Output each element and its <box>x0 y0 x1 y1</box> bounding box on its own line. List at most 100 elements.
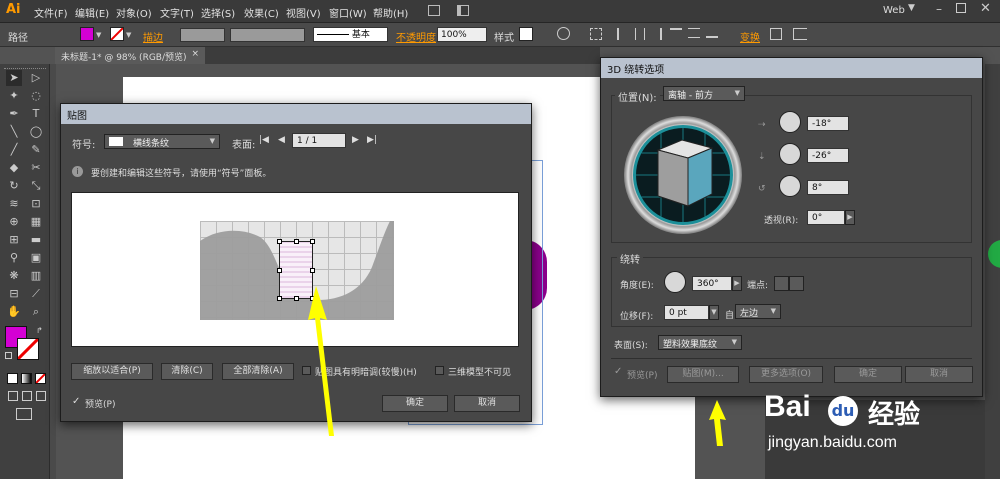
resize-handle[interactable] <box>277 268 282 273</box>
stroke-weight-field[interactable] <box>180 28 225 42</box>
resize-handle[interactable] <box>277 239 282 244</box>
first-surface-icon[interactable]: |◀ <box>259 135 269 145</box>
workspace-switcher[interactable]: Web <box>883 5 905 16</box>
align-top-icon[interactable] <box>670 28 682 38</box>
arrange-documents-icon[interactable] <box>457 5 469 16</box>
menu-object[interactable]: 对象(O) <box>116 5 152 20</box>
line-tool-icon[interactable]: ╲ <box>6 124 22 140</box>
position-dropdown[interactable]: 离轴 - 前方 ▼ <box>663 86 745 101</box>
align-right-icon[interactable] <box>652 28 662 40</box>
rotate-tool-icon[interactable]: ↻ <box>6 178 22 194</box>
next-surface-icon[interactable]: ▶ <box>352 135 359 145</box>
perspective-field[interactable]: 0° <box>807 210 845 225</box>
checkmark-icon[interactable]: ✓ <box>72 396 80 407</box>
graphic-style-swatch[interactable] <box>519 27 533 41</box>
recolor-artwork-icon[interactable] <box>557 27 570 40</box>
y-rotation-knob[interactable] <box>779 143 801 165</box>
map-art-button[interactable]: 贴图(M)... <box>667 366 739 383</box>
revolve-angle-knob[interactable] <box>664 271 686 293</box>
selection-tool-icon[interactable]: ➤ <box>6 70 22 86</box>
fill-swatch[interactable] <box>80 27 94 41</box>
mesh-tool-icon[interactable]: ⊞ <box>6 232 22 248</box>
cancel-button[interactable]: 取消 <box>905 366 973 383</box>
menu-help[interactable]: 帮助(H) <box>373 5 408 20</box>
paintbrush-tool-icon[interactable]: ╱ <box>6 142 22 158</box>
lasso-tool-icon[interactable]: ◌ <box>28 88 44 104</box>
resize-handle[interactable] <box>294 296 299 301</box>
from-dropdown[interactable]: 左边 ▼ <box>735 304 781 319</box>
color-mode-icon[interactable] <box>7 373 18 384</box>
symbol-dropdown[interactable]: 横线条纹 ▼ <box>104 134 220 149</box>
more-options-button[interactable]: 更多选项(O) <box>749 366 823 383</box>
isolate-icon[interactable] <box>770 28 782 40</box>
column-graph-tool-icon[interactable]: ▥ <box>28 268 44 284</box>
x-rotation-knob[interactable] <box>779 111 801 133</box>
variable-width-profile[interactable] <box>230 28 305 42</box>
invisible-geometry-checkbox[interactable] <box>435 366 444 375</box>
draw-normal-icon[interactable] <box>8 391 18 401</box>
clear-button[interactable]: 清除(C) <box>161 363 213 380</box>
pen-tool-icon[interactable]: ✒ <box>6 106 22 122</box>
symbol-sprayer-tool-icon[interactable]: ❋ <box>6 268 22 284</box>
width-tool-icon[interactable]: ≋ <box>6 196 22 212</box>
draw-inside-icon[interactable] <box>36 391 46 401</box>
blend-tool-icon[interactable]: ▣ <box>28 250 44 266</box>
align-center-icon[interactable] <box>635 28 645 40</box>
y-rotation-field[interactable]: -26° <box>807 148 849 163</box>
chevron-down-icon[interactable]: ▼ <box>709 305 719 320</box>
swap-colors-icon[interactable]: ↱ <box>36 326 43 335</box>
shape-builder-tool-icon[interactable]: ⊕ <box>6 214 22 230</box>
none-mode-icon[interactable] <box>35 373 46 384</box>
resize-handle[interactable] <box>310 239 315 244</box>
surface-dropdown[interactable]: 塑料效果底纹 ▼ <box>658 335 742 350</box>
surface-field[interactable]: 1 / 1 <box>292 133 346 148</box>
cancel-button[interactable]: 取消 <box>454 395 520 412</box>
checkmark-icon[interactable]: ✓ <box>614 366 622 377</box>
type-tool-icon[interactable]: T <box>28 106 44 122</box>
menu-effect[interactable]: 效果(C) <box>244 5 279 20</box>
brush-definition-dropdown[interactable]: 基本 <box>313 27 388 42</box>
direct-selection-tool-icon[interactable]: ▷ <box>28 70 44 86</box>
align-left-icon[interactable] <box>617 28 627 40</box>
chevron-down-icon[interactable]: ▼ <box>126 31 131 39</box>
resize-handle[interactable] <box>277 296 282 301</box>
transform-label[interactable]: 变换 <box>740 29 760 44</box>
magic-wand-tool-icon[interactable]: ✦ <box>6 88 22 104</box>
scale-tool-icon[interactable]: ⤡ <box>28 178 44 194</box>
close-icon[interactable]: ✕ <box>980 1 991 16</box>
bridge-icon[interactable] <box>428 5 440 16</box>
eyedropper-tool-icon[interactable]: ⚲ <box>6 250 22 266</box>
menu-file[interactable]: 文件(F) <box>34 5 68 20</box>
close-tab-icon[interactable]: × <box>191 49 199 59</box>
opacity-label[interactable]: 不透明度 <box>396 29 436 44</box>
align-middle-icon[interactable] <box>688 28 700 38</box>
panel-menu-icon[interactable] <box>793 28 807 40</box>
stroke-color-box[interactable] <box>16 337 40 361</box>
hand-tool-icon[interactable]: ✋ <box>6 304 22 320</box>
artboard-tool-icon[interactable]: ⊟ <box>6 286 22 302</box>
offset-field[interactable]: 0 pt <box>664 305 709 320</box>
clear-all-button[interactable]: 全部清除(A) <box>222 363 294 380</box>
free-transform-tool-icon[interactable]: ⊡ <box>28 196 44 212</box>
chevron-down-icon[interactable]: ▼ <box>96 31 101 39</box>
chevron-down-icon[interactable]: ▼ <box>908 3 915 13</box>
pencil-tool-icon[interactable]: ✎ <box>28 142 44 158</box>
draw-behind-icon[interactable] <box>22 391 32 401</box>
scale-to-fit-button[interactable]: 缩放以适合(P) <box>71 363 153 380</box>
minimize-icon[interactable]: – <box>936 2 942 16</box>
blob-brush-tool-icon[interactable]: ◆ <box>6 160 22 176</box>
chevron-right-icon[interactable]: ▶ <box>845 210 855 225</box>
maximize-icon[interactable] <box>956 3 966 13</box>
menu-window[interactable]: 窗口(W) <box>329 5 367 20</box>
scissors-tool-icon[interactable]: ✂ <box>28 160 44 176</box>
menu-view[interactable]: 视图(V) <box>286 5 321 20</box>
ellipse-tool-icon[interactable]: ◯ <box>28 124 44 140</box>
cap-off-icon[interactable] <box>789 276 804 291</box>
z-rotation-field[interactable]: 8° <box>807 180 849 195</box>
resize-handle[interactable] <box>310 268 315 273</box>
x-rotation-field[interactable]: -18° <box>807 116 849 131</box>
resize-handle[interactable] <box>294 239 299 244</box>
previous-surface-icon[interactable]: ◀ <box>278 135 285 145</box>
gradient-tool-icon[interactable]: ▬ <box>28 232 44 248</box>
track-cube-dial[interactable] <box>624 116 742 234</box>
